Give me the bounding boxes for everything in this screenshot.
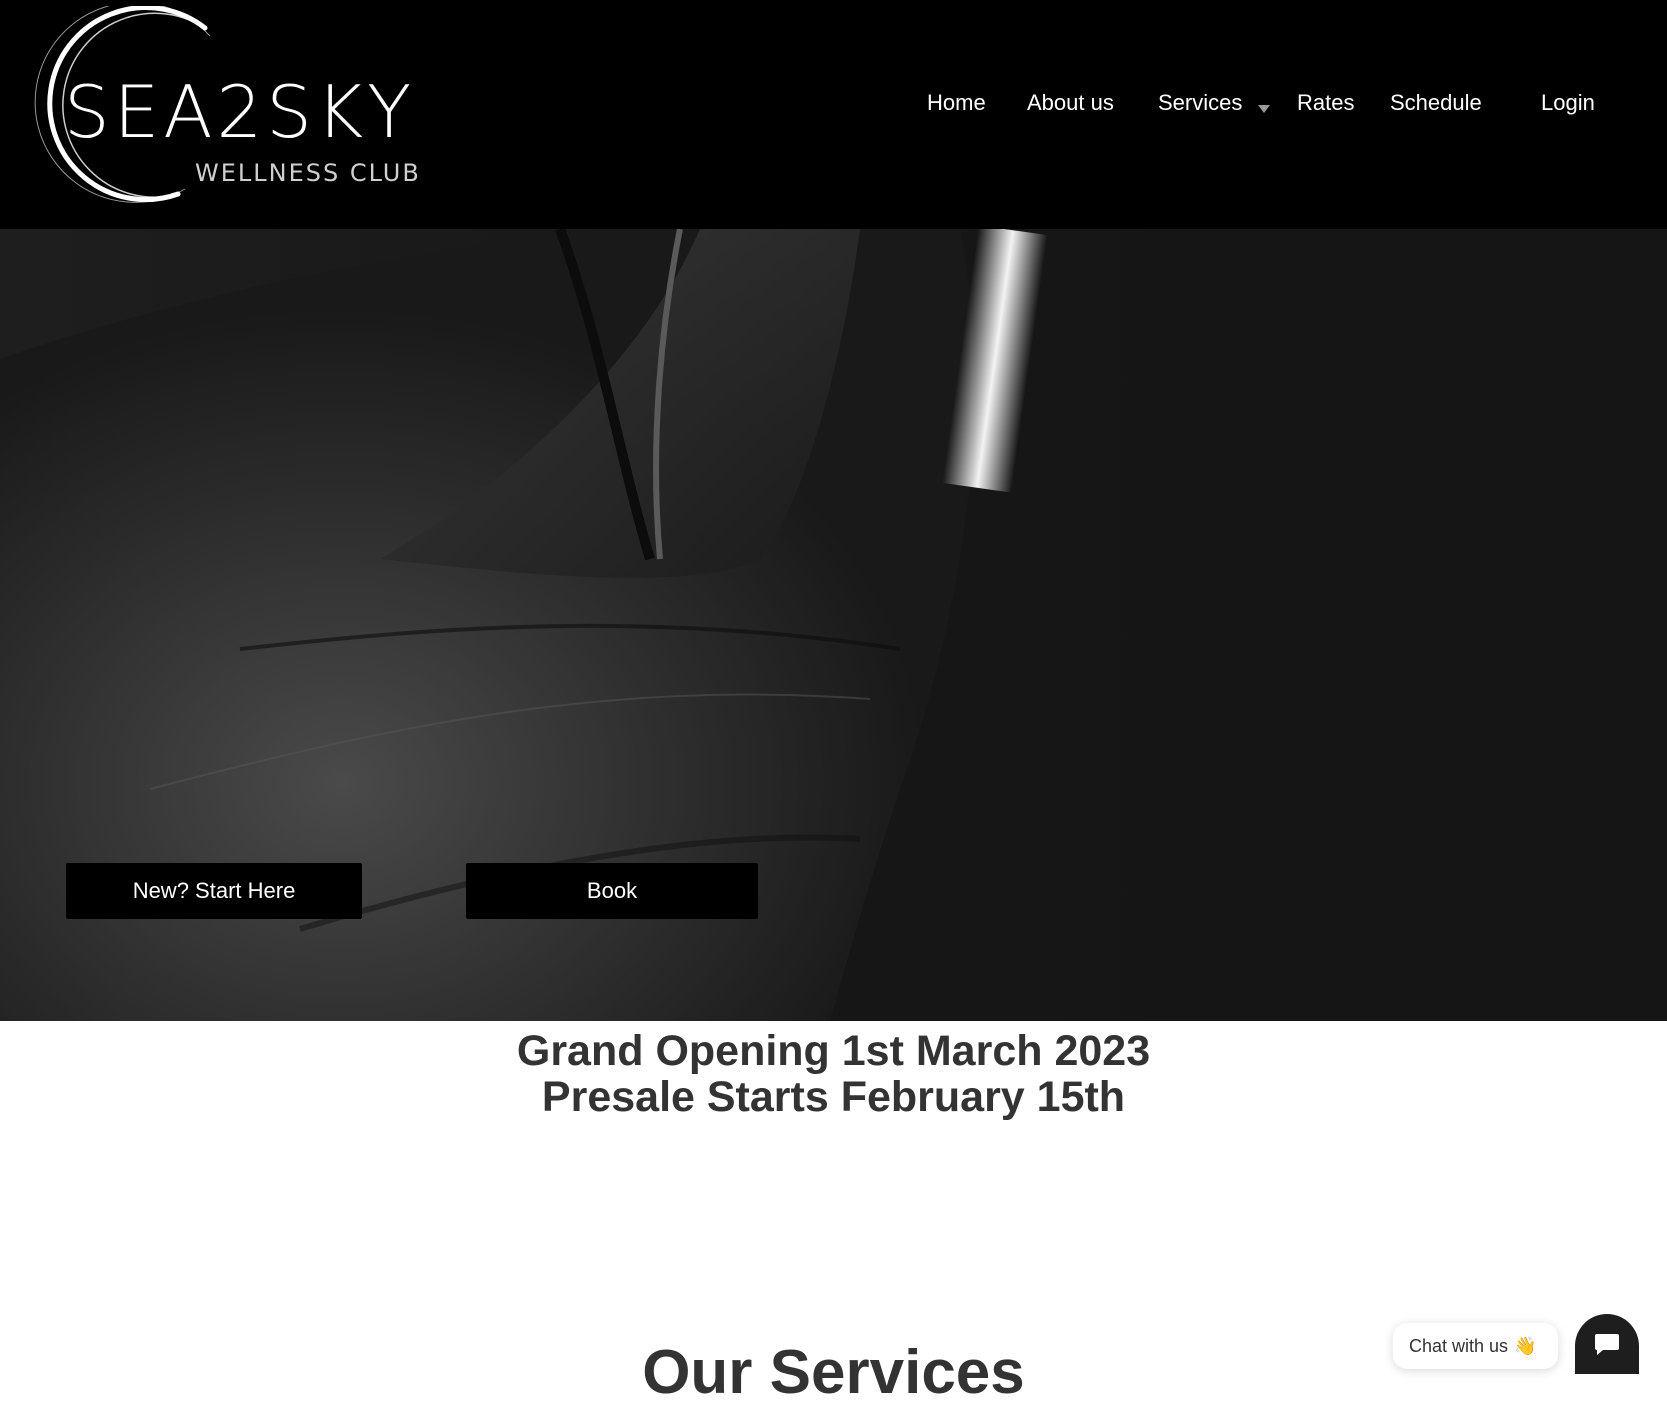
nav-home[interactable]: Home xyxy=(927,88,986,118)
chat-with-us-label[interactable]: Chat with us 👋 xyxy=(1393,1323,1558,1369)
site-header: SEA2SKY WELLNESS CLUB Home About us Serv… xyxy=(0,0,1667,229)
services-dropdown-chevron-icon[interactable] xyxy=(1258,105,1270,113)
waving-hand-icon: 👋 xyxy=(1514,1335,1537,1356)
chat-launcher-button[interactable] xyxy=(1575,1314,1639,1374)
book-button[interactable]: Book xyxy=(466,863,758,919)
logo-tagline: WELLNESS CLUB xyxy=(195,159,421,187)
new-start-here-button[interactable]: New? Start Here xyxy=(66,863,362,919)
announcement: Grand Opening 1st March 2023 Presale Sta… xyxy=(0,1028,1667,1120)
nav-about-us[interactable]: About us xyxy=(1027,88,1114,118)
nav-login[interactable]: Login xyxy=(1541,88,1595,118)
nav-schedule[interactable]: Schedule xyxy=(1390,88,1482,118)
hero-banner: New? Start Here Book xyxy=(0,229,1667,1021)
grand-opening-heading: Grand Opening 1st March 2023 xyxy=(516,1027,1151,1075)
chat-label-text: Chat with us xyxy=(1409,1335,1509,1356)
main-nav: Home About us Services Rates Schedule Lo… xyxy=(0,88,1667,118)
presale-heading: Presale Starts February 15th xyxy=(541,1073,1126,1121)
nav-rates[interactable]: Rates xyxy=(1297,88,1354,118)
nav-services[interactable]: Services xyxy=(1158,88,1242,118)
chat-bubble-icon xyxy=(1595,1334,1619,1355)
